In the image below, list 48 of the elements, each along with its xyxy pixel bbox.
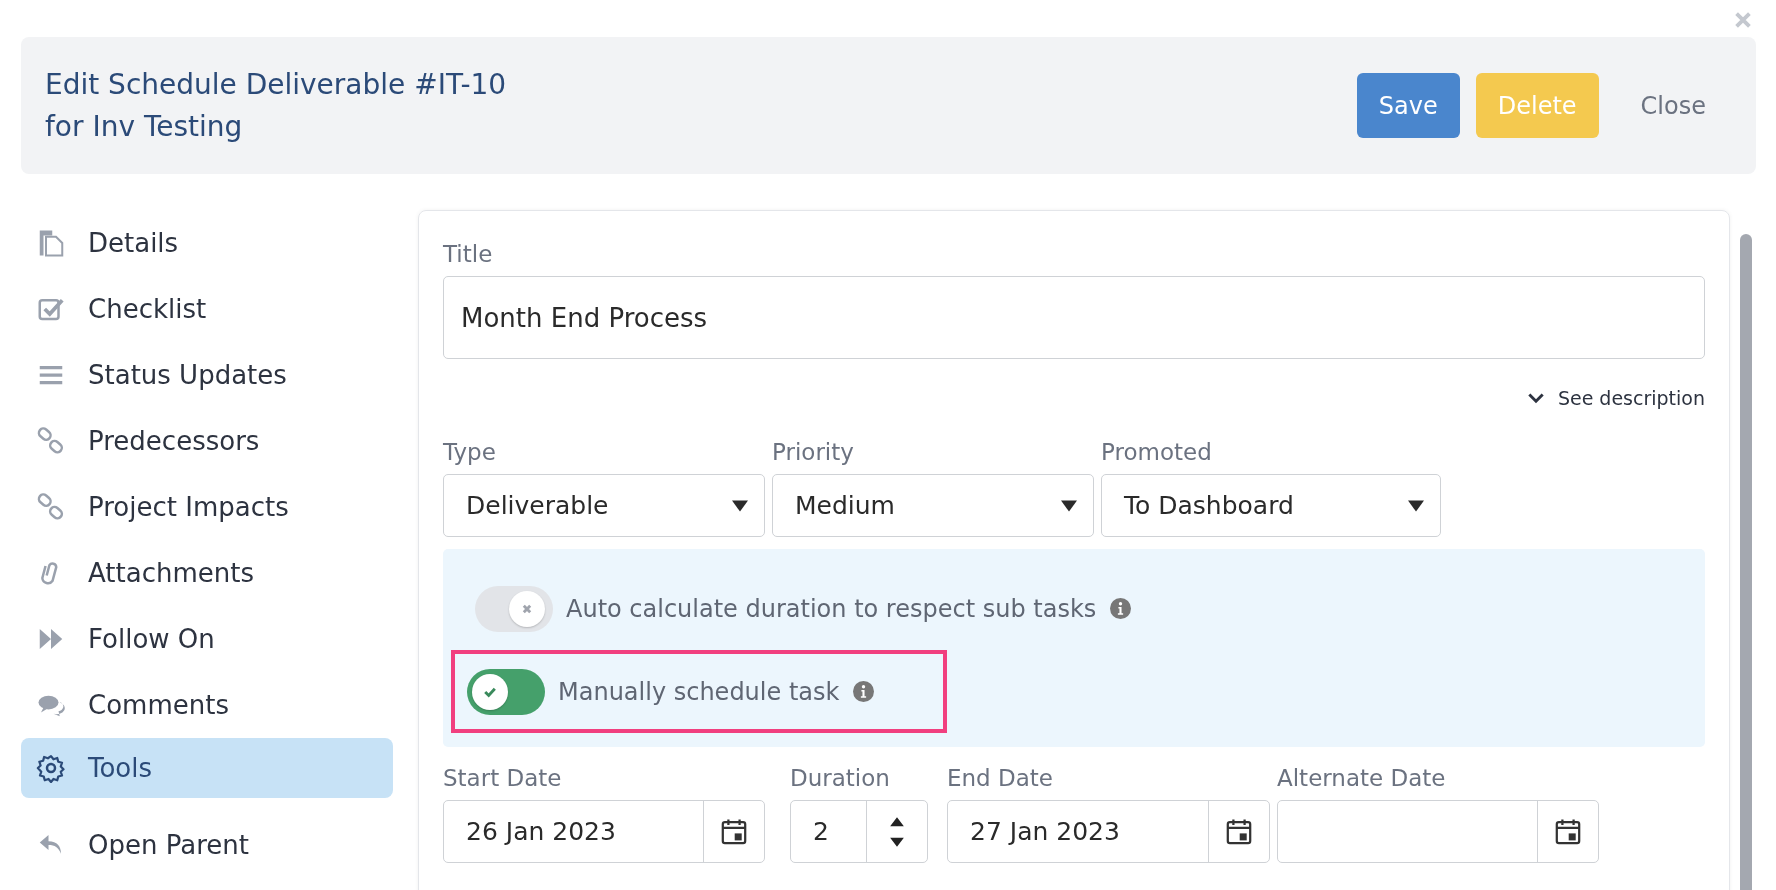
link-icon bbox=[36, 492, 66, 522]
dialog-title: Edit Schedule Deliverable #IT-10 bbox=[45, 66, 507, 103]
dialog-title: for Inv Testing bbox=[45, 108, 244, 145]
chevron-down-icon bbox=[1527, 392, 1544, 404]
calendar-icon[interactable] bbox=[1225, 817, 1253, 846]
select-dropdown[interactable]: To Dashboard bbox=[1101, 474, 1441, 537]
field-label: Start Date bbox=[443, 765, 563, 791]
toggle-switch[interactable] bbox=[467, 668, 545, 715]
number-input[interactable]: 2 bbox=[790, 800, 928, 863]
info-icon[interactable] bbox=[1110, 598, 1132, 619]
toggle-label: Manually schedule task bbox=[558, 677, 840, 706]
field-label: Duration bbox=[790, 765, 891, 791]
field-label: Priority bbox=[772, 439, 855, 465]
date-input[interactable] bbox=[1277, 800, 1599, 863]
close-link[interactable]: Close bbox=[1614, 73, 1732, 138]
caret-icon bbox=[732, 499, 748, 512]
select-dropdown[interactable]: Deliverable bbox=[443, 474, 765, 537]
toggle-label: Auto calculate duration to respect sub tasks bbox=[566, 594, 1097, 623]
sidebar-item[interactable]: Tools bbox=[21, 738, 393, 798]
info-icon[interactable] bbox=[853, 681, 875, 702]
toggle-switch[interactable] bbox=[475, 585, 553, 632]
sidebar-item[interactable]: Checklist bbox=[21, 276, 393, 342]
save-button[interactable]: Save bbox=[1356, 73, 1460, 138]
caret-icon bbox=[1061, 499, 1077, 512]
sidebar-item[interactable]: Attachments bbox=[21, 540, 393, 606]
sidebar-item[interactable]: Comments bbox=[21, 672, 393, 738]
sidebar-item[interactable]: Open Parent bbox=[21, 812, 393, 878]
field-label: Alternate Date bbox=[1277, 765, 1447, 791]
sidebar-item[interactable]: Follow On bbox=[21, 606, 393, 672]
select-dropdown[interactable]: Medium bbox=[772, 474, 1094, 537]
see-description-link[interactable]: See description bbox=[1527, 387, 1705, 409]
title-input[interactable]: Month End Process bbox=[443, 276, 1705, 359]
field-label: Title bbox=[443, 241, 494, 267]
date-input[interactable]: 27 Jan 2023 bbox=[947, 800, 1270, 863]
scrollbar[interactable] bbox=[1740, 234, 1752, 890]
field-label: Promoted bbox=[1101, 439, 1213, 465]
settings-icon bbox=[36, 753, 66, 783]
sidebar-item[interactable]: Status Updates bbox=[21, 342, 393, 408]
link-icon bbox=[36, 426, 66, 456]
sidebar-item[interactable]: Predecessors bbox=[21, 408, 393, 474]
sidebar-item[interactable]: Project Impacts bbox=[21, 474, 393, 540]
date-input[interactable]: 26 Jan 2023 bbox=[443, 800, 765, 863]
caret-icon bbox=[1408, 499, 1424, 512]
field-label: Type bbox=[443, 439, 497, 465]
sidebar-item[interactable]: Details bbox=[21, 210, 393, 276]
calendar-icon[interactable] bbox=[720, 817, 748, 846]
field-label: End Date bbox=[947, 765, 1054, 791]
calendar-icon[interactable] bbox=[1554, 817, 1582, 846]
